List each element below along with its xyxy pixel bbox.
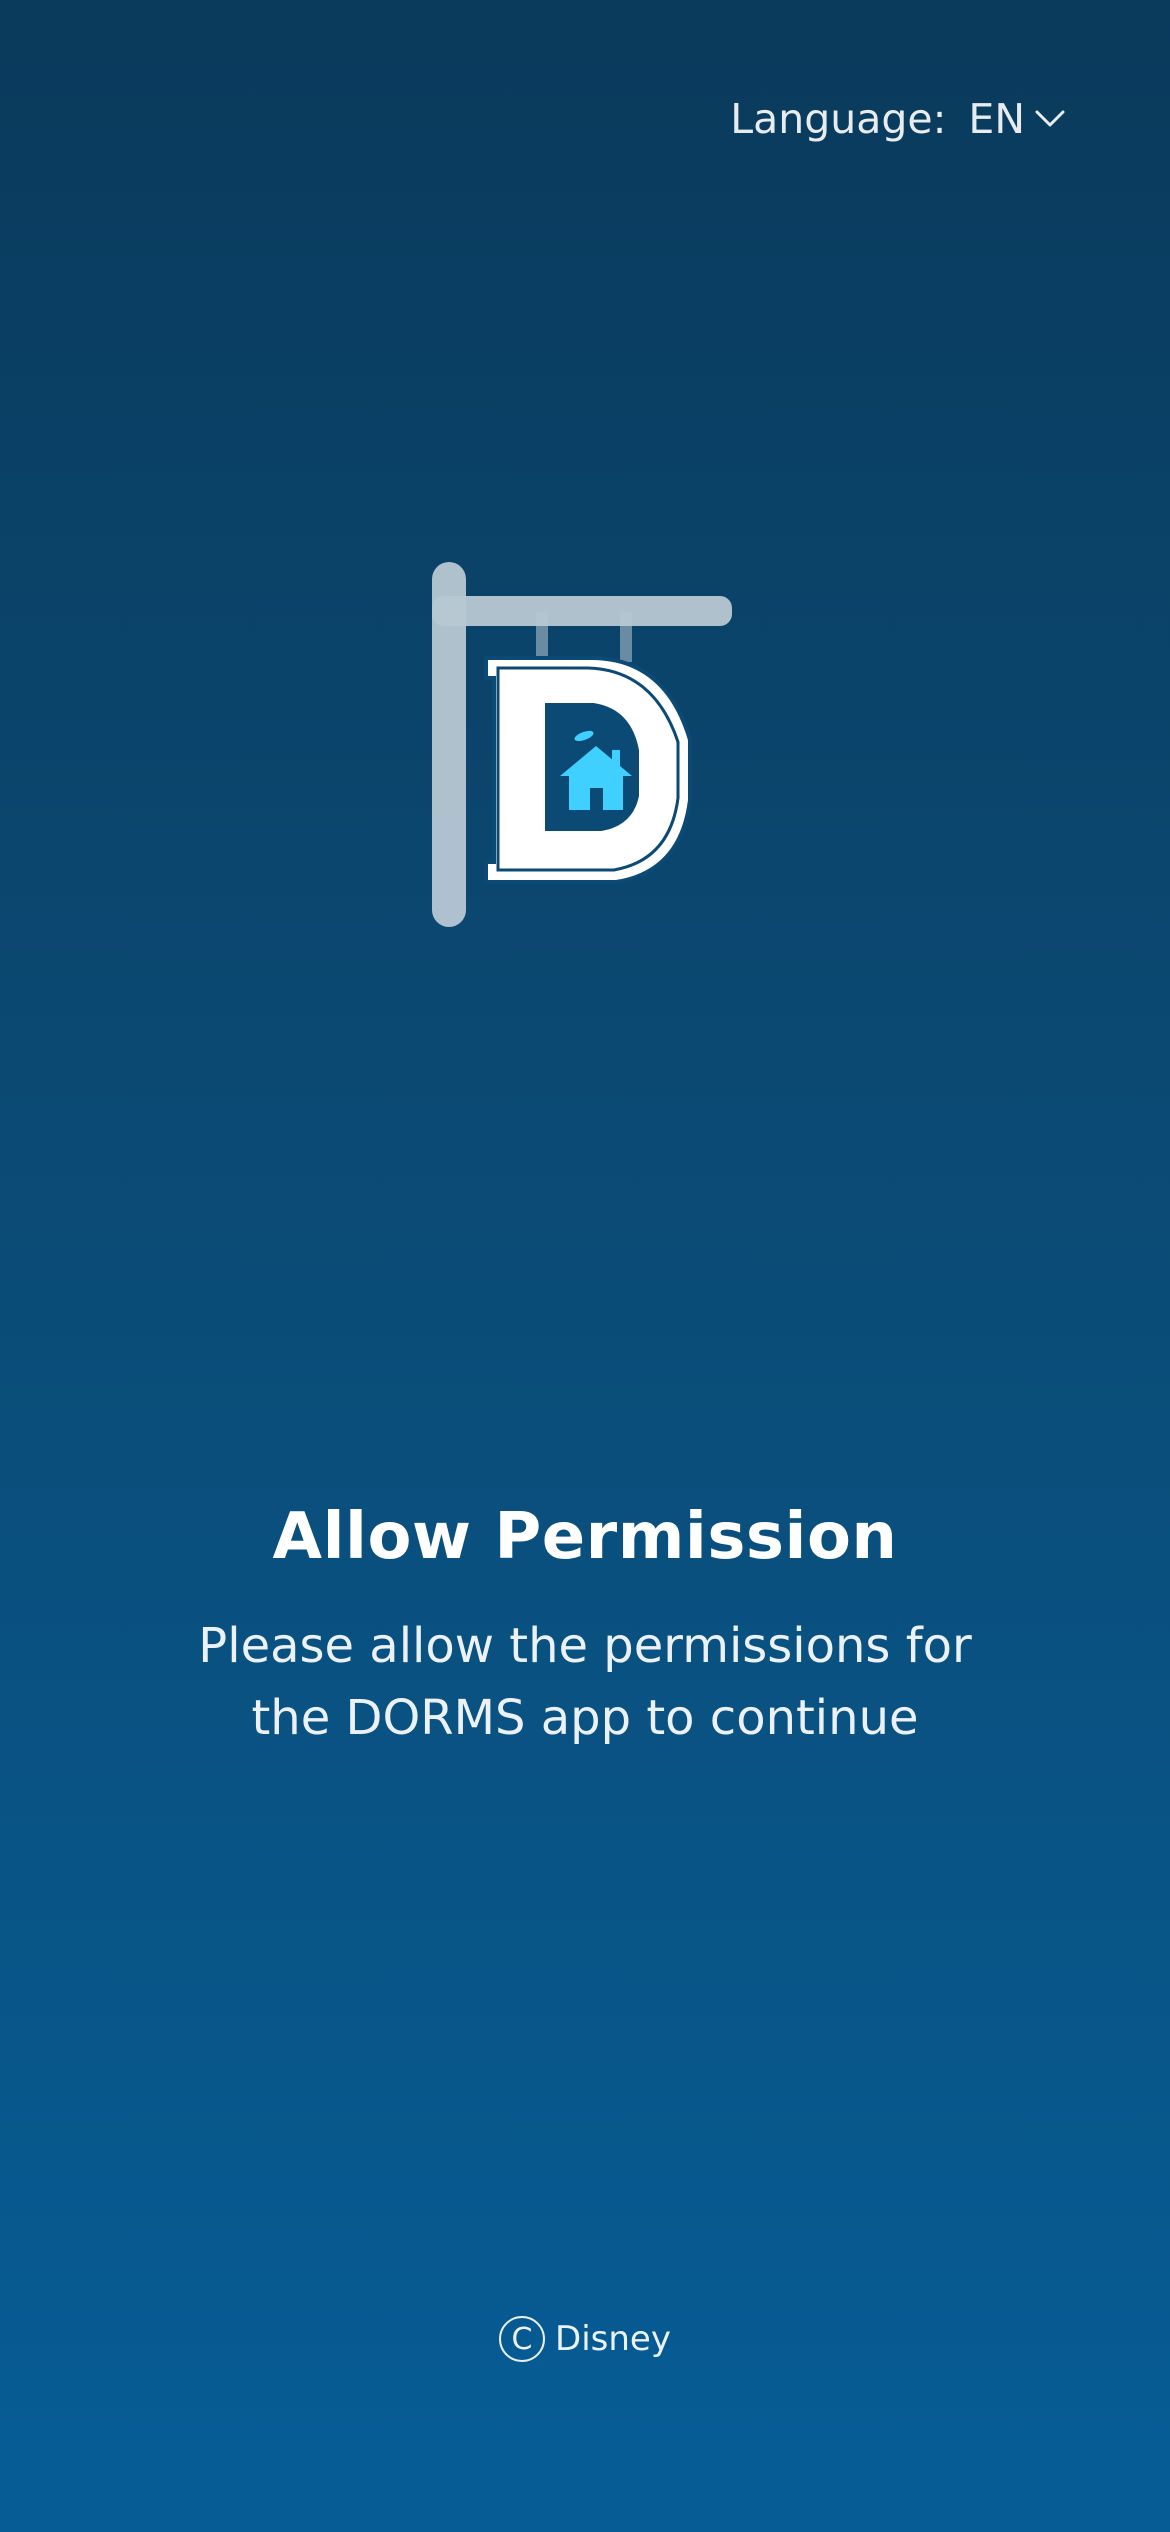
language-dropdown[interactable]: EN [968, 95, 1065, 143]
page-title: Allow Permission [272, 1500, 898, 1574]
language-label: Language: [730, 95, 947, 143]
copyright-icon: C [499, 2316, 546, 2362]
chevron-down-icon [1035, 110, 1065, 127]
language-value: EN [968, 95, 1025, 143]
permission-message: Please allow the permissions for the DOR… [198, 1618, 972, 1746]
dorms-logo-icon [432, 562, 732, 927]
language-selector[interactable]: Language: EN [730, 95, 1065, 143]
copyright-footer: C Disney [0, 2316, 1170, 2362]
brand-name: Disney [555, 2319, 671, 2359]
